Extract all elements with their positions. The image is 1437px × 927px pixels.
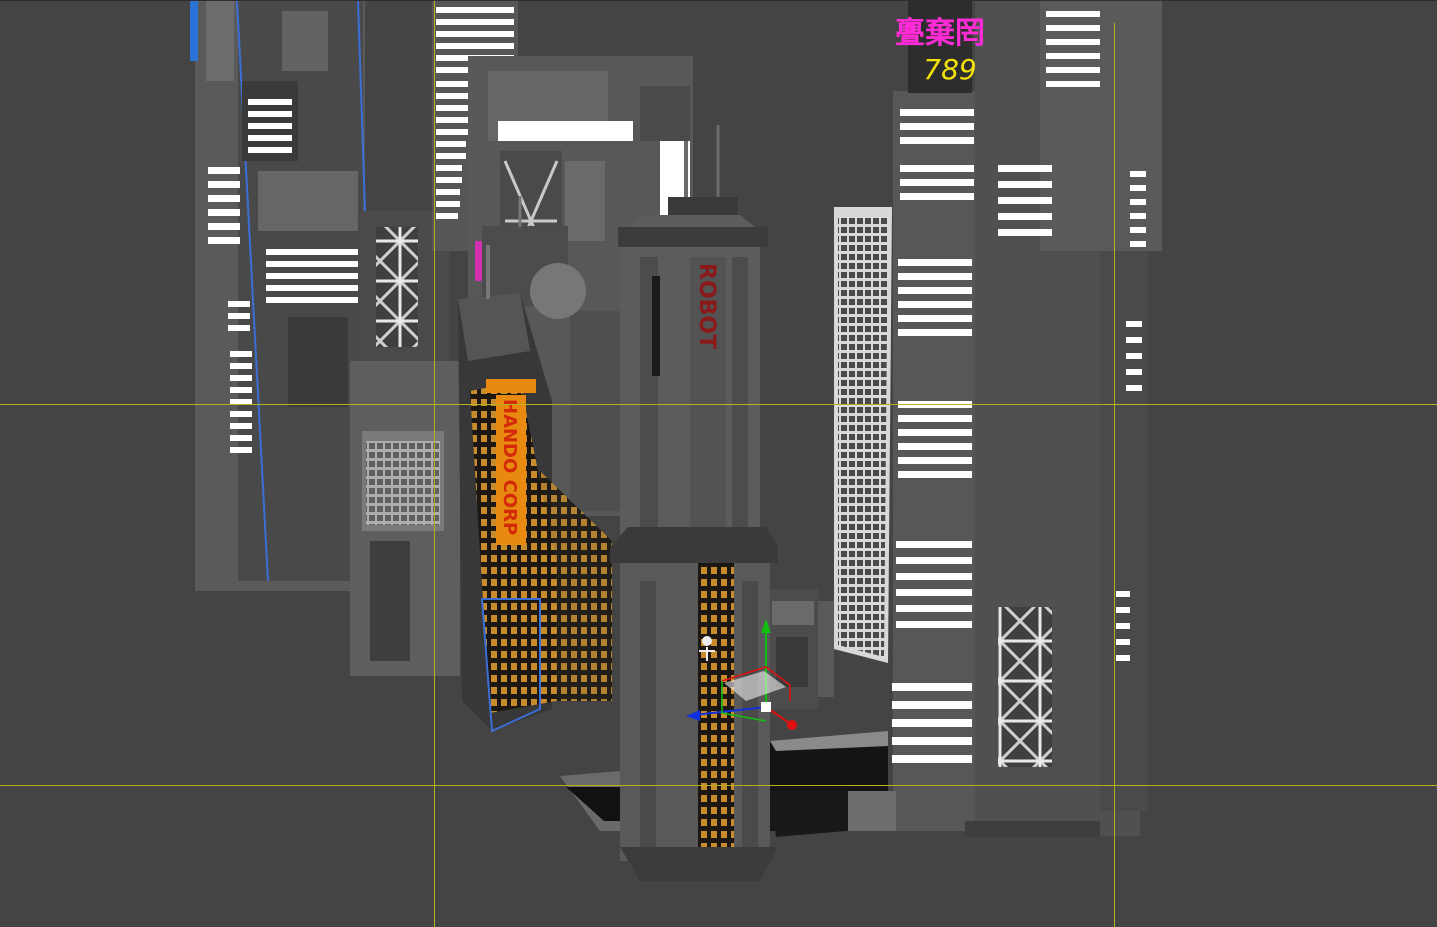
city-scene[interactable]: 亹棄罔 789 HANDO CORP ROBOT bbox=[0, 1, 1437, 927]
neon-number-sign: 789 bbox=[923, 53, 976, 86]
neon-kanji-sign: 亹棄罔 bbox=[895, 16, 985, 51]
vertical-guide-right bbox=[1114, 23, 1115, 927]
3d-viewport[interactable]: 亹棄罔 789 HANDO CORP ROBOT bbox=[0, 0, 1437, 927]
vertical-guide-left bbox=[434, 1, 435, 927]
small-machinery-building[interactable] bbox=[768, 589, 834, 709]
right-tower[interactable]: 亹棄罔 789 bbox=[892, 1, 1162, 837]
left-tower[interactable] bbox=[190, 1, 366, 591]
horizontal-guide-lower bbox=[0, 785, 1437, 786]
hando-corp-sign: HANDO CORP bbox=[499, 399, 520, 535]
horizontal-guide-upper bbox=[0, 404, 1437, 405]
central-front-tower[interactable]: ROBOT bbox=[610, 125, 778, 881]
red-vertical-sign: ROBOT bbox=[694, 263, 719, 349]
grid-tower[interactable] bbox=[834, 207, 892, 663]
left-middle-building[interactable] bbox=[350, 211, 460, 676]
